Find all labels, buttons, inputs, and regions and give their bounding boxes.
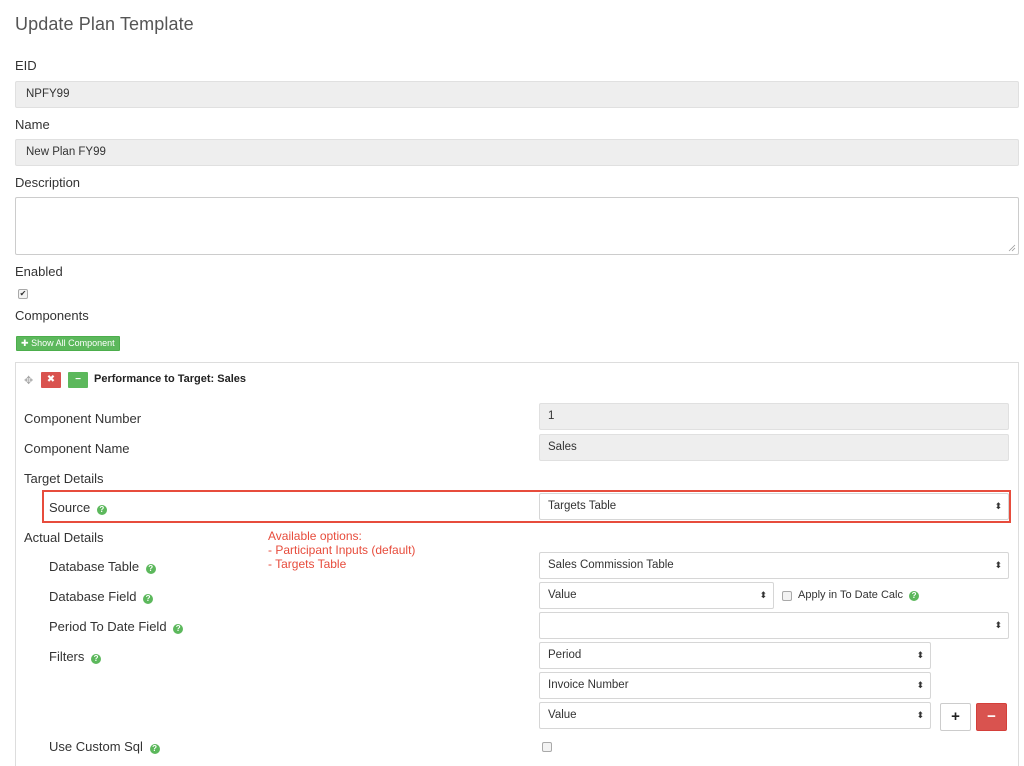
help-icon[interactable]: ? [96, 505, 107, 515]
period-to-date-label: Period To Date Field [49, 619, 167, 634]
name-field[interactable]: New Plan FY99 [15, 139, 1019, 166]
source-label: Source [49, 500, 91, 515]
database-field-label: Database Field [49, 589, 137, 604]
select-arrows-icon: ⬍ [916, 680, 924, 690]
filters-label: Filters [49, 649, 85, 664]
apply-to-date-label: Apply in To Date Calc [798, 589, 903, 601]
component-number-label: Component Number [24, 411, 142, 426]
help-icon[interactable]: ? [149, 744, 160, 754]
help-icon[interactable]: ? [145, 564, 156, 574]
filters-row: Filters ? [49, 649, 102, 664]
add-filter-button[interactable]: + [940, 703, 971, 731]
database-table-value: Sales Commission Table [548, 559, 674, 571]
select-arrows-icon: ⬍ [994, 620, 1002, 630]
source-select-value: Targets Table [548, 500, 617, 512]
source-select[interactable]: Targets Table ⬍ [539, 493, 1009, 520]
annotation-line-3: - Targets Table [268, 557, 347, 571]
filter-value: Invoice Number [548, 679, 629, 691]
plus-icon: + [951, 708, 960, 725]
select-arrows-icon: ⬍ [759, 590, 767, 600]
database-table-row: Database Table ? [49, 559, 156, 574]
page-title: Update Plan Template [15, 14, 194, 34]
select-arrows-icon: ⬍ [994, 501, 1002, 511]
apply-to-date-row: Apply in To Date Calc ? [798, 589, 920, 601]
component-title: Performance to Target: Sales [94, 373, 247, 385]
close-icon: ✖ [46, 374, 56, 385]
database-table-select[interactable]: Sales Commission Table ⬍ [539, 552, 1009, 579]
description-label: Description [15, 175, 81, 190]
minus-icon: − [75, 374, 81, 385]
actual-details-label: Actual Details [24, 530, 104, 545]
component-name-label: Component Name [24, 441, 130, 456]
source-options-annotation: Available options: - Participant Inputs … [268, 529, 415, 571]
filter-select-invoice-number[interactable]: Invoice Number ⬍ [539, 672, 931, 699]
database-field-select[interactable]: Value ⬍ [539, 582, 774, 609]
components-label: Components [15, 308, 89, 323]
description-textarea[interactable] [15, 197, 1019, 255]
period-to-date-select[interactable]: ⬍ [539, 612, 1009, 639]
target-details-label: Target Details [24, 471, 104, 486]
minus-icon: − [987, 708, 996, 725]
database-field-row: Database Field ? [49, 589, 154, 604]
filter-select-value[interactable]: Value ⬍ [539, 702, 931, 729]
remove-filter-button[interactable]: − [976, 703, 1007, 731]
annotation-line-1: Available options: [268, 529, 362, 543]
source-row: Source ? [49, 500, 107, 515]
use-custom-sql-label: Use Custom Sql [49, 739, 143, 754]
select-arrows-icon: ⬍ [994, 560, 1002, 570]
use-custom-sql-checkbox[interactable] [542, 742, 552, 752]
show-all-component-label: Show All Component [31, 338, 115, 348]
database-table-label: Database Table [49, 559, 140, 574]
name-label: Name [15, 117, 50, 132]
help-icon[interactable]: ? [143, 594, 154, 604]
eid-field[interactable]: NPFY99 [15, 81, 1019, 108]
plus-icon: ✚ [21, 338, 29, 348]
enabled-label: Enabled [15, 264, 63, 279]
collapse-component-button[interactable]: − [68, 372, 88, 388]
remove-component-button[interactable]: ✖ [41, 372, 61, 388]
component-name-field[interactable]: Sales [539, 434, 1009, 461]
show-all-component-button[interactable]: ✚ Show All Component [16, 336, 120, 351]
help-icon[interactable]: ? [909, 591, 920, 601]
component-number-field[interactable]: 1 [539, 403, 1009, 430]
apply-to-date-checkbox[interactable] [782, 591, 792, 601]
use-custom-sql-row: Use Custom Sql ? [49, 739, 160, 754]
filter-value: Value [548, 709, 577, 721]
period-to-date-row: Period To Date Field ? [49, 619, 184, 634]
select-arrows-icon: ⬍ [916, 650, 924, 660]
help-icon[interactable]: ? [91, 654, 102, 664]
help-icon[interactable]: ? [173, 624, 184, 634]
enabled-checkbox[interactable]: ✔ [18, 289, 28, 299]
filter-select-period[interactable]: Period ⬍ [539, 642, 931, 669]
drag-handle-icon[interactable]: ✥ [24, 374, 33, 387]
filter-value: Period [548, 649, 582, 661]
resize-grip-icon[interactable] [1008, 244, 1016, 252]
annotation-line-2: - Participant Inputs (default) [268, 543, 416, 557]
database-field-value: Value [548, 589, 577, 601]
eid-label: EID [15, 58, 37, 73]
select-arrows-icon: ⬍ [916, 710, 924, 720]
